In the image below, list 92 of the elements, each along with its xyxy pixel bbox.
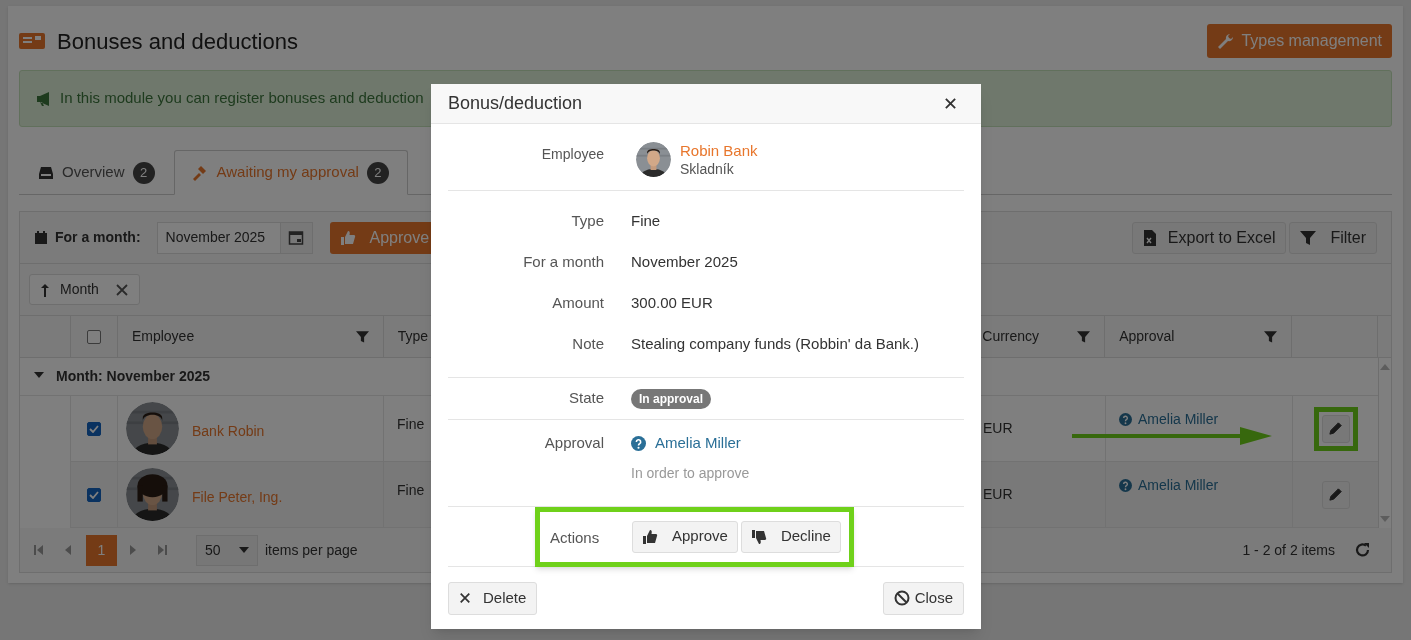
- field-value: Fine: [631, 211, 661, 232]
- check-icon: [89, 490, 99, 499]
- thumbs-up-icon: [339, 229, 356, 246]
- table-cell-text: Fine: [397, 481, 425, 500]
- first-page-icon[interactable]: [34, 545, 43, 555]
- group-chip[interactable]: Month: [29, 274, 140, 305]
- filter-icon: [1300, 230, 1317, 245]
- thumbs-up-icon: [642, 528, 658, 545]
- sort-up-icon: [40, 282, 50, 297]
- scrollbar[interactable]: [1378, 358, 1391, 528]
- gavel-icon: [192, 164, 209, 181]
- field-label: Employee: [541, 146, 604, 162]
- employee-position: Skladník: [680, 160, 735, 178]
- approver-link[interactable]: Amelia Miller: [655, 432, 741, 455]
- employee-link[interactable]: Robin Bank: [680, 142, 758, 160]
- approver-link[interactable]: Amelia Miller: [1138, 409, 1219, 430]
- field-label: Amount: [551, 293, 604, 314]
- field-value: 300.00 EUR: [631, 293, 713, 314]
- close-icon[interactable]: [944, 97, 957, 110]
- remove-icon[interactable]: [114, 282, 129, 297]
- tab[interactable]: Awaiting my approval 2: [173, 150, 408, 195]
- close-button[interactable]: Close: [882, 581, 964, 615]
- edit-button[interactable]: [1321, 480, 1350, 509]
- help-icon: [1119, 413, 1132, 426]
- calendar-icon: [288, 229, 305, 246]
- pencil-icon: [1328, 421, 1343, 436]
- decline-button[interactable]: Decline: [740, 520, 841, 553]
- count-badge: 2: [132, 161, 155, 184]
- tab[interactable]: Overview 2: [19, 150, 174, 195]
- filter-icon[interactable]: [1264, 330, 1278, 343]
- column-header[interactable]: Employee: [131, 326, 195, 347]
- checkbox[interactable]: [87, 421, 101, 436]
- refresh-icon[interactable]: [1355, 542, 1371, 558]
- field-value: Stealing company funds (Robbin' da Bank.): [631, 334, 920, 355]
- column-header[interactable]: Approval: [1119, 326, 1175, 347]
- filter-button[interactable]: Filter: [1289, 221, 1377, 254]
- table-cell-text: EUR: [983, 485, 1013, 504]
- status-badge: In approval: [631, 388, 711, 409]
- count-badge: 2: [366, 161, 389, 184]
- calendar-icon: [34, 230, 48, 245]
- thumbs-down-icon: [750, 528, 767, 545]
- field-label: State: [567, 388, 604, 409]
- approver-link[interactable]: Amelia Miller: [1138, 475, 1219, 496]
- field-label: Actions: [550, 528, 601, 549]
- employee-link[interactable]: Bank Robin: [192, 421, 265, 442]
- inbox-icon: [38, 164, 54, 181]
- info-text: In this module you can register bonuses and deduction: [60, 88, 424, 109]
- types-management-button[interactable]: Types management: [1207, 24, 1392, 58]
- checkbox[interactable]: [86, 329, 101, 344]
- group-label: Month: November 2025: [56, 367, 211, 386]
- previous-page-icon[interactable]: [65, 545, 71, 555]
- card-icon: [19, 33, 45, 49]
- table-cell-text: Fine: [397, 415, 425, 434]
- employee-link[interactable]: File Peter, Ing.: [192, 487, 283, 508]
- filter-icon[interactable]: [1077, 330, 1091, 343]
- column-header[interactable]: Currency: [982, 326, 1040, 347]
- help-icon: [631, 435, 646, 451]
- table-cell-text: EUR: [983, 419, 1013, 438]
- delete-button[interactable]: Delete: [448, 581, 538, 615]
- page-title: Bonuses and deductions: [57, 27, 298, 56]
- filter-icon[interactable]: [355, 330, 369, 343]
- field-label: Note: [571, 334, 604, 355]
- last-page-icon[interactable]: [158, 545, 167, 555]
- month-picker[interactable]: November 2025: [156, 221, 313, 254]
- field-label: Type: [570, 211, 604, 232]
- column-header[interactable]: Type: [397, 326, 429, 347]
- approval-note: In order to approve: [631, 463, 750, 483]
- field-value: November 2025: [631, 252, 738, 273]
- dialog-title: Bonus/deduction: [448, 92, 583, 115]
- items-summary: 1 - 2 of 2 items: [1242, 540, 1335, 560]
- field-label: For a month: [522, 252, 604, 273]
- page-size-label: items per page: [265, 540, 358, 560]
- scroll-up-icon: [1380, 364, 1390, 370]
- wrench-icon: [1217, 33, 1234, 49]
- help-icon: [1119, 479, 1132, 492]
- page-size-select[interactable]: 50: [196, 534, 258, 566]
- caret-down-icon: [239, 547, 249, 553]
- pencil-icon: [1328, 487, 1343, 502]
- megaphone-icon: [36, 90, 52, 107]
- check-icon: [89, 424, 99, 433]
- approve-button[interactable]: Approve: [632, 520, 738, 553]
- field-label: For a month:: [55, 228, 141, 247]
- field-label: Approval: [543, 433, 604, 453]
- scroll-down-icon: [1380, 516, 1390, 522]
- next-page-icon[interactable]: [130, 545, 136, 555]
- checkbox[interactable]: [87, 487, 101, 502]
- cancel-icon: [893, 590, 910, 606]
- edit-button[interactable]: [1321, 414, 1350, 443]
- export-button[interactable]: Export to Excel: [1131, 221, 1287, 254]
- page-button[interactable]: 1: [86, 534, 117, 566]
- spreadsheet-file-icon: [1142, 229, 1156, 246]
- close-icon: [459, 592, 471, 604]
